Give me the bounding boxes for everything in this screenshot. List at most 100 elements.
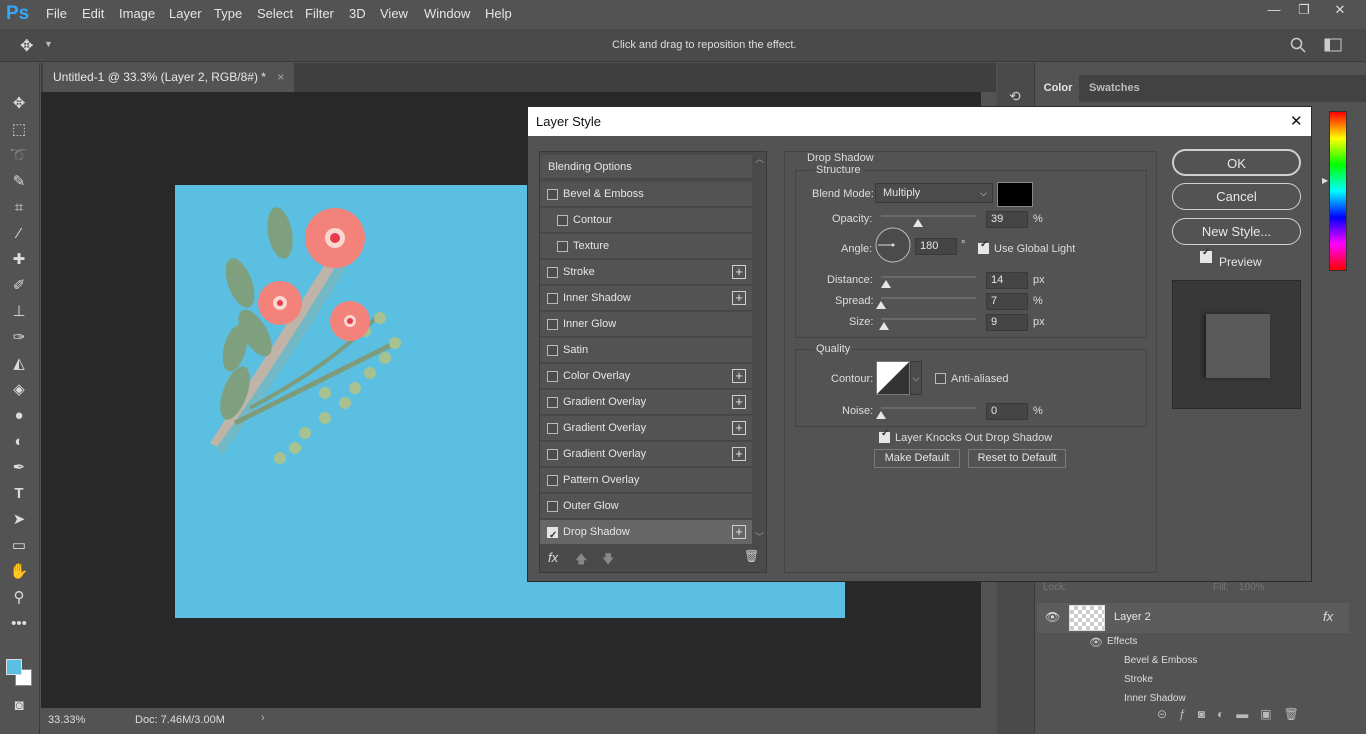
contour-dropdown-chevron-icon[interactable]: ⌵ [910, 361, 922, 395]
blend-mode-select[interactable]: Multiply ⌵ [875, 183, 993, 203]
add-style-icon[interactable]: + [732, 265, 746, 279]
fx-icon[interactable]: fx [548, 550, 558, 565]
make-default-button[interactable]: Make Default [874, 449, 960, 468]
effect-item[interactable]: Inner Shadow [1124, 693, 1186, 704]
add-style-icon[interactable]: + [732, 525, 746, 539]
menu-type[interactable]: Type [214, 6, 242, 21]
menu-edit[interactable]: Edit [82, 6, 104, 21]
ok-button[interactable]: OK [1172, 149, 1301, 176]
menu-file[interactable]: File [46, 6, 67, 21]
eyedropper-icon[interactable]: ⁄ [8, 223, 30, 245]
layer-fx-icon[interactable]: fx [1323, 609, 1333, 624]
brush-icon[interactable]: ✐ [8, 275, 30, 297]
history-icon[interactable]: ⟲ [1009, 88, 1021, 105]
tab-swatches[interactable]: Swatches [1089, 75, 1140, 102]
style-item[interactable]: Texture [540, 234, 752, 259]
style-checkbox[interactable] [547, 397, 558, 408]
style-checkbox[interactable] [547, 319, 558, 330]
rectangle-icon[interactable]: ▭ [8, 535, 30, 557]
style-item[interactable]: Satin [540, 338, 752, 363]
search-icon[interactable] [1290, 37, 1306, 53]
move-tool-icon[interactable]: ✥ [20, 36, 33, 56]
blur-icon[interactable]: ● [8, 405, 30, 427]
knockout-checkbox[interactable] [879, 428, 890, 443]
style-checkbox[interactable] [547, 475, 558, 486]
close-tab-icon[interactable]: × [277, 70, 284, 84]
style-checkbox[interactable] [547, 267, 558, 278]
hand-icon[interactable]: ✋ [8, 561, 30, 583]
noise-slider-thumb[interactable] [876, 411, 886, 419]
add-style-icon[interactable]: + [732, 369, 746, 383]
add-style-icon[interactable]: + [732, 291, 746, 305]
menu-image[interactable]: Image [119, 6, 155, 21]
style-item[interactable]: Bevel & Emboss [540, 182, 752, 207]
shadow-color-swatch[interactable] [997, 182, 1033, 207]
layer-row[interactable]: 👁 Layer 2 fx [1037, 603, 1349, 633]
opacity-slider-thumb[interactable] [913, 219, 924, 227]
zoom-level[interactable]: 33.33% [48, 714, 85, 726]
type-icon[interactable]: T [8, 483, 30, 505]
dialog-close-button[interactable]: ✕ [1290, 112, 1303, 130]
add-style-icon[interactable]: + [732, 421, 746, 435]
style-item[interactable]: Gradient Overlay + [540, 390, 752, 415]
size-slider-thumb[interactable] [878, 322, 889, 330]
style-checkbox[interactable] [547, 501, 558, 512]
minimize-button[interactable]: — [1259, 0, 1289, 20]
zoom-icon[interactable]: ⚲ [8, 587, 30, 609]
style-item[interactable]: Gradient Overlay + [540, 416, 752, 441]
document-tab[interactable]: Untitled-1 @ 33.3% (Layer 2, RGB/8#) * × [43, 63, 295, 92]
move-down-icon[interactable]: 🡇 [602, 550, 614, 571]
style-checkbox[interactable] [547, 423, 558, 434]
spread-track[interactable] [881, 297, 976, 299]
chevron-down-icon[interactable]: ▼ [44, 39, 53, 49]
anti-aliased-checkbox[interactable] [935, 373, 946, 384]
angle-dial[interactable] [875, 227, 911, 263]
restore-button[interactable]: ❐ [1289, 0, 1319, 20]
style-checkbox[interactable] [547, 345, 558, 356]
layer-name[interactable]: Layer 2 [1114, 611, 1151, 623]
history-brush-icon[interactable]: ✑ [8, 327, 30, 349]
style-item[interactable]: Stroke + [540, 260, 752, 285]
size-track[interactable] [881, 318, 976, 320]
cancel-button[interactable]: Cancel [1172, 183, 1301, 210]
style-checkbox[interactable] [557, 241, 568, 252]
noise-input[interactable]: 0 [986, 403, 1028, 420]
crop-icon[interactable]: ⌗ [8, 197, 30, 219]
healing-icon[interactable]: ✚ [8, 249, 30, 271]
fill-value[interactable]: 100% [1239, 582, 1265, 593]
dodge-icon[interactable]: ◐ [8, 431, 30, 453]
quick-select-icon[interactable]: ✎ [8, 171, 30, 193]
style-item[interactable]: Contour [540, 208, 752, 233]
menu-3d[interactable]: 3D [349, 6, 366, 21]
menu-help[interactable]: Help [485, 6, 512, 21]
quick-mask-icon[interactable]: ◙ [8, 695, 30, 717]
paint-bucket-icon[interactable]: ◈ [8, 379, 30, 401]
menu-window[interactable]: Window [424, 6, 470, 21]
menu-view[interactable]: View [380, 6, 408, 21]
style-checkbox[interactable] [547, 293, 558, 304]
style-item[interactable]: Inner Shadow + [540, 286, 752, 311]
menu-select[interactable]: Select [257, 6, 293, 21]
stamp-icon[interactable]: ⊥ [8, 301, 30, 323]
distance-input[interactable]: 14 [986, 272, 1028, 289]
move-icon[interactable]: ✥ [8, 93, 30, 115]
add-style-icon[interactable]: + [732, 447, 746, 461]
effects-eye-icon[interactable]: 👁 [1089, 636, 1103, 649]
opacity-track[interactable] [881, 215, 976, 217]
more-tools-icon[interactable]: ••• [8, 613, 30, 635]
style-checkbox[interactable] [547, 449, 558, 460]
style-item[interactable]: Blending Options [540, 155, 752, 179]
distance-slider-thumb[interactable] [880, 280, 891, 288]
effect-item[interactable]: Stroke [1124, 674, 1153, 685]
marquee-icon[interactable]: ⬚ [8, 119, 30, 141]
spread-input[interactable]: 7 [986, 293, 1028, 310]
menu-layer[interactable]: Layer [169, 6, 202, 21]
angle-input[interactable]: 180 [915, 238, 957, 255]
style-item[interactable]: Inner Glow [540, 312, 752, 337]
global-light-checkbox[interactable] [978, 239, 989, 254]
style-checkbox[interactable] [547, 189, 558, 200]
styles-scrollbar[interactable]: ︿ ﹀ [753, 152, 766, 544]
eraser-icon[interactable]: ◭ [8, 353, 30, 375]
window-close-button[interactable]: ✕ [1325, 0, 1355, 20]
lasso-icon[interactable]: ➰ [8, 145, 30, 167]
